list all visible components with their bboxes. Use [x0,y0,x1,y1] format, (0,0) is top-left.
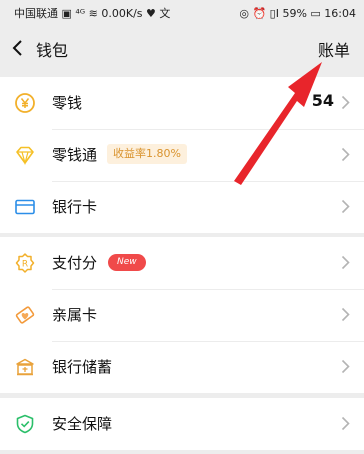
page-title: 钱包 [36,41,69,60]
wallet-group-1: 零钱 54 零钱通 收益率1.80% 银行卡 [0,77,364,233]
balance-value: 54 [311,91,334,110]
item-label: 零钱 [52,94,83,112]
yuan-coin-icon [15,93,35,113]
item-label: 银行卡 [52,198,98,216]
svg-text:R: R [22,260,28,270]
item-label: 零钱通 [52,146,98,164]
bill-button[interactable]: 账单 [318,37,350,61]
family-card-icon [15,306,35,324]
chevron-right-icon [341,147,350,162]
status-right: ◎ ⏰ ▯I 59% ▭ 16:04 [239,6,356,20]
item-label: 亲属卡 [52,306,98,324]
back-icon[interactable] [10,38,26,58]
bank-savings-icon [16,358,34,376]
nav-bar: 钱包 账单 [0,26,364,70]
item-label: 支付分 [52,254,98,272]
list-item-lingqiantong[interactable]: 零钱通 收益率1.80% [0,129,364,181]
list-item-security[interactable]: 安全保障 [0,398,364,450]
list-item-family-card[interactable]: 亲属卡 [0,289,364,341]
new-badge: New [108,254,146,271]
status-left: 中国联通 ▣ ⁴ᴳ ≋ 0.00K/s ♥ 文 [14,7,171,20]
diamond-icon [16,146,34,166]
status-bar: 中国联通 ▣ ⁴ᴳ ≋ 0.00K/s ♥ 文 ◎ ⏰ ▯I 59% ▭ 16:… [0,0,364,26]
wallet-group-3: 安全保障 [0,398,364,450]
pay-score-icon: R [15,253,35,273]
list-item-pay-score[interactable]: R 支付分 New [0,237,364,289]
chevron-right-icon [341,255,350,270]
item-label: 安全保障 [52,415,113,433]
shield-check-icon [16,414,34,434]
chevron-right-icon [341,416,350,431]
bank-card-icon [15,199,35,215]
list-item-bank-savings[interactable]: 银行储蓄 [0,341,364,393]
chevron-right-icon [341,359,350,374]
chevron-right-icon [341,199,350,214]
item-label: 银行储蓄 [52,358,113,376]
wallet-group-2: R 支付分 New 亲属卡 银行储蓄 [0,237,364,393]
list-item-bank-card[interactable]: 银行卡 [0,181,364,233]
list-item-change[interactable]: 零钱 54 [0,77,364,129]
chevron-right-icon [341,307,350,322]
yield-rate-badge: 收益率1.80% [107,144,187,164]
chevron-right-icon [341,95,350,110]
